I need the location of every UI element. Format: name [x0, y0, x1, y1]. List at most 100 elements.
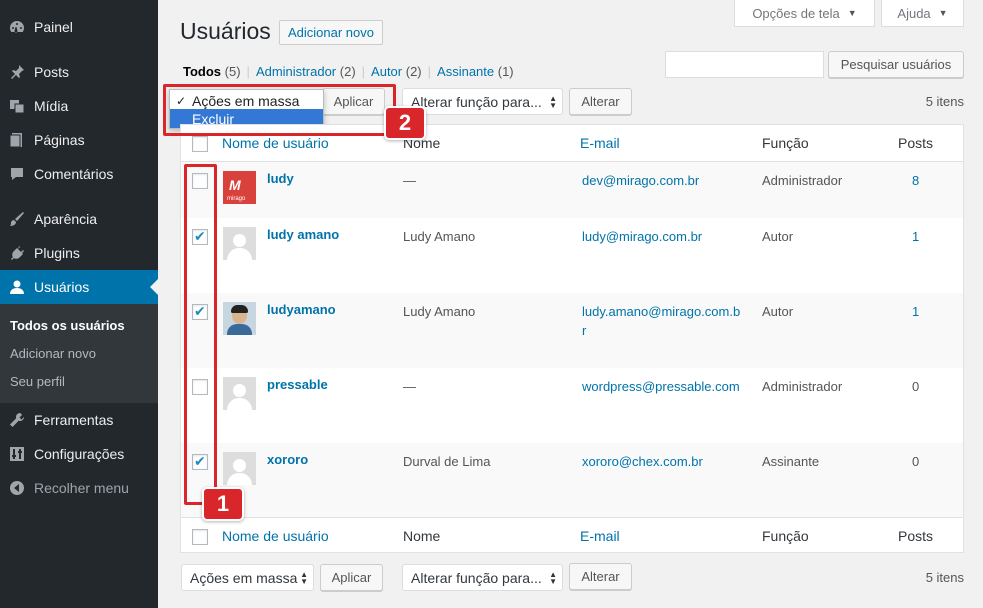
caret-down-icon: ▼ [938, 8, 948, 18]
separator: | [427, 64, 432, 79]
posts-count-link[interactable]: 1 [912, 302, 919, 321]
separator: | [246, 64, 250, 79]
media-icon [8, 97, 26, 115]
settings-icon [8, 445, 26, 463]
email-link[interactable]: xororo@chex.com.br [582, 452, 742, 471]
separator: | [361, 64, 366, 79]
filter-all-count: (5) [224, 64, 241, 79]
filter-subscriber-count: (1) [497, 64, 514, 79]
annotation-badge-1: 1 [202, 487, 244, 521]
posts-count-link[interactable]: 8 [912, 171, 919, 190]
user-icon [8, 278, 26, 296]
add-new-user-button[interactable]: Adicionar novo [279, 20, 383, 45]
sidebar-item-aparencia[interactable]: Aparência [0, 202, 158, 236]
submenu-profile[interactable]: Seu perfil [10, 374, 65, 389]
sidebar-item-label: Painel [34, 19, 73, 35]
sidebar-item-label: Páginas [34, 132, 85, 148]
username-link[interactable]: ludy [267, 171, 294, 186]
posts-count: 0 [912, 454, 920, 469]
role-cell: Autor [762, 304, 794, 319]
caret-down-icon: ▼ [847, 8, 857, 18]
page-title: Usuários [180, 18, 271, 44]
change-role-label: Alterar função para... [411, 569, 542, 586]
sidebar-item-posts[interactable]: Posts [0, 55, 158, 89]
sidebar-item-label: Plugins [34, 245, 80, 261]
filter-author-count: (2) [405, 64, 422, 79]
change-role-select[interactable]: Alterar função para... ▲ ▼ [402, 88, 563, 115]
sidebar-item-ferramentas[interactable]: Ferramentas [0, 403, 158, 437]
annotation-box-checkboxes [184, 164, 217, 505]
sidebar-item-usuarios[interactable]: Usuários [0, 270, 158, 304]
avatar [223, 377, 256, 410]
email-link[interactable]: ludy.amano@mirago.com.br [582, 302, 742, 340]
email-link[interactable]: dev@mirago.com.br [582, 171, 742, 190]
column-email[interactable]: E-mail [580, 135, 620, 151]
column-posts: Posts [898, 528, 934, 544]
screen-options-button[interactable]: Opções de tela ▼ [734, 0, 875, 27]
table-row: xororo Durval de Lima xororo@chex.com.br… [181, 443, 963, 517]
sidebar-item-midia[interactable]: Mídia [0, 89, 158, 123]
sidebar-item-plugins[interactable]: Plugins [0, 236, 158, 270]
search-users-button[interactable]: Pesquisar usuários [828, 51, 964, 78]
change-role-select[interactable]: Alterar função para... ▲ ▼ [402, 564, 563, 591]
column-username[interactable]: Nome de usuário [222, 528, 329, 544]
sidebar-item-label: Usuários [34, 279, 90, 295]
filter-all[interactable]: Todos [183, 64, 221, 79]
wrench-icon [8, 411, 26, 429]
avatar: Mmirago [223, 171, 256, 204]
username-link[interactable]: ludy amano [267, 227, 339, 242]
help-label: Ajuda [897, 5, 931, 21]
email-link[interactable]: wordpress@pressable.com [582, 377, 742, 396]
change-role-button[interactable]: Alterar [569, 563, 632, 590]
username-link[interactable]: xororo [267, 452, 308, 467]
sidebar-item-configuracoes[interactable]: Configurações [0, 437, 158, 471]
username-link[interactable]: ludyamano [267, 302, 336, 317]
sidebar-item-label: Mídia [34, 98, 69, 114]
column-email[interactable]: E-mail [580, 528, 620, 544]
column-name: Nome [403, 528, 441, 544]
mirago-logo: M [229, 177, 241, 193]
name-cell: Ludy Amano [403, 304, 476, 319]
change-role-button[interactable]: Alterar [569, 88, 632, 115]
name-cell: — [403, 173, 416, 188]
select-all-checkbox[interactable] [192, 529, 208, 545]
sidebar-item-label: Ferramentas [34, 412, 114, 428]
apply-button[interactable]: Aplicar [320, 564, 383, 591]
search-input[interactable] [665, 51, 824, 78]
sidebar-item-label: Recolher menu [34, 480, 129, 496]
name-cell: Ludy Amano [403, 229, 476, 244]
role-cell: Administrador [762, 173, 843, 188]
select-all-checkbox[interactable] [192, 136, 208, 152]
items-count: 5 itens [925, 570, 964, 585]
bulk-actions-select[interactable]: Ações em massa ▲ ▼ [181, 564, 314, 591]
submenu-all-users[interactable]: Todos os usuários [10, 318, 125, 333]
filter-admin[interactable]: Administrador [256, 64, 336, 79]
collapse-menu-button[interactable]: Recolher menu [0, 471, 158, 505]
sidebar-item-label: Aparência [34, 211, 98, 227]
submenu-add-new[interactable]: Adicionar novo [10, 346, 96, 361]
help-button[interactable]: Ajuda ▼ [881, 0, 964, 27]
username-link[interactable]: pressable [267, 377, 328, 392]
email-link[interactable]: ludy@mirago.com.br [582, 227, 742, 246]
select-arrows-icon: ▲ ▼ [549, 94, 557, 110]
admin-sidebar: Painel Posts Mídia Páginas Comentários A… [0, 0, 158, 608]
dashboard-icon [8, 18, 26, 36]
posts-count-link[interactable]: 1 [912, 227, 919, 246]
role-cell: Assinante [762, 454, 820, 469]
screen-options-label: Opções de tela [752, 5, 840, 21]
sidebar-item-painel[interactable]: Painel [0, 10, 158, 44]
column-username[interactable]: Nome de usuário [222, 135, 329, 151]
annotation-badge-2: 2 [384, 106, 426, 140]
avatar [223, 227, 256, 260]
table-row: Mmirago ludy — dev@mirago.com.br Adminis… [181, 162, 963, 218]
filter-subscriber[interactable]: Assinante [437, 64, 494, 79]
sidebar-item-comentarios[interactable]: Comentários [0, 157, 158, 191]
posts-count: 0 [912, 379, 920, 394]
column-posts: Posts [898, 135, 934, 151]
mirago-logo-text: mirago [227, 196, 246, 202]
filter-author[interactable]: Autor [371, 64, 402, 79]
sidebar-item-paginas[interactable]: Páginas [0, 123, 158, 157]
name-cell: Durval de Lima [403, 454, 491, 469]
users-table: Nome de usuário Nome E-mail Função Posts… [180, 124, 964, 553]
column-role: Função [762, 528, 809, 544]
